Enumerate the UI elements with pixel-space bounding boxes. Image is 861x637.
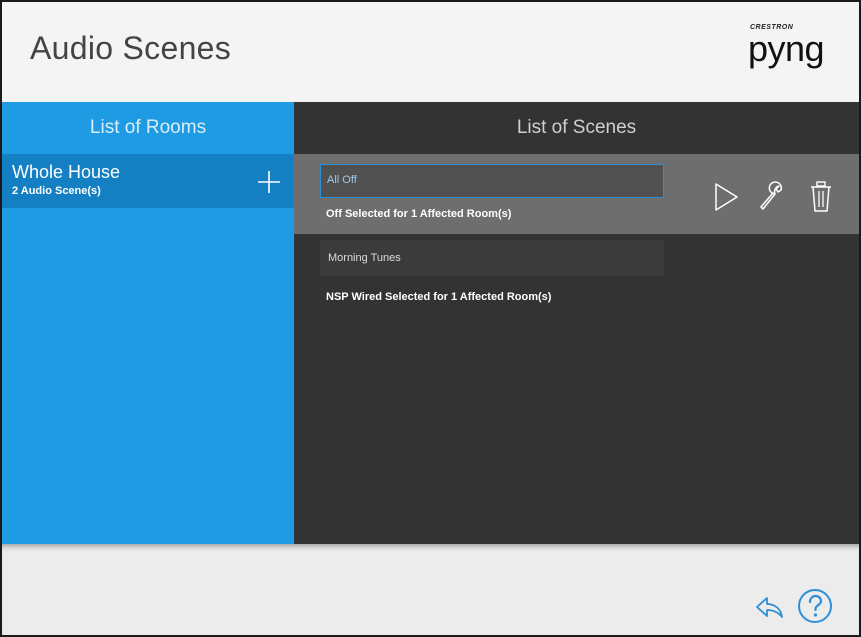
- rooms-panel-title: List of Rooms: [89, 117, 207, 138]
- scene-name-input[interactable]: All Off: [320, 164, 664, 198]
- help-icon: [798, 589, 832, 623]
- room-scene-count: 2 Audio Scene(s): [12, 185, 101, 197]
- scene-actions: [712, 180, 842, 214]
- header: Audio Scenes CRESTRON pyng: [2, 2, 859, 102]
- scene-item-selected[interactable]: All Off Off Selected for 1 Affected Room…: [294, 154, 859, 234]
- trash-icon: [811, 181, 831, 212]
- add-scene-button[interactable]: [256, 169, 282, 195]
- app-window: Audio Scenes CRESTRON pyng List of Rooms…: [0, 0, 861, 637]
- back-button[interactable]: [754, 595, 784, 621]
- scene-name: Morning Tunes: [328, 252, 401, 264]
- scene-status: NSP Wired Selected for 1 Affected Room(s…: [326, 291, 552, 303]
- page-title: Audio Scenes: [30, 30, 232, 66]
- play-scene-button[interactable]: [712, 180, 742, 214]
- scenes-panel: List of Scenes All Off Off Selected for …: [294, 102, 859, 544]
- room-name: Whole House: [12, 162, 121, 182]
- edit-scene-button[interactable]: [758, 180, 788, 214]
- back-arrow-icon: [756, 597, 783, 618]
- wrench-icon: [760, 181, 783, 210]
- scenes-panel-title: List of Scenes: [516, 117, 637, 138]
- scene-status: Off Selected for 1 Affected Room(s): [326, 208, 512, 220]
- footer: [2, 544, 859, 635]
- delete-scene-button[interactable]: [806, 180, 836, 214]
- play-icon: [715, 183, 738, 211]
- rooms-panel: List of Rooms Whole House 2 Audio Scene(…: [2, 102, 294, 544]
- logo-word: pyng: [748, 28, 825, 69]
- help-button[interactable]: [797, 588, 833, 624]
- room-item-whole-house[interactable]: Whole House 2 Audio Scene(s): [2, 154, 294, 208]
- plus-icon: [258, 171, 280, 193]
- crestron-pyng-logo: CRESTRON pyng: [748, 24, 848, 74]
- scene-item-morning-tunes[interactable]: Morning Tunes: [320, 240, 664, 276]
